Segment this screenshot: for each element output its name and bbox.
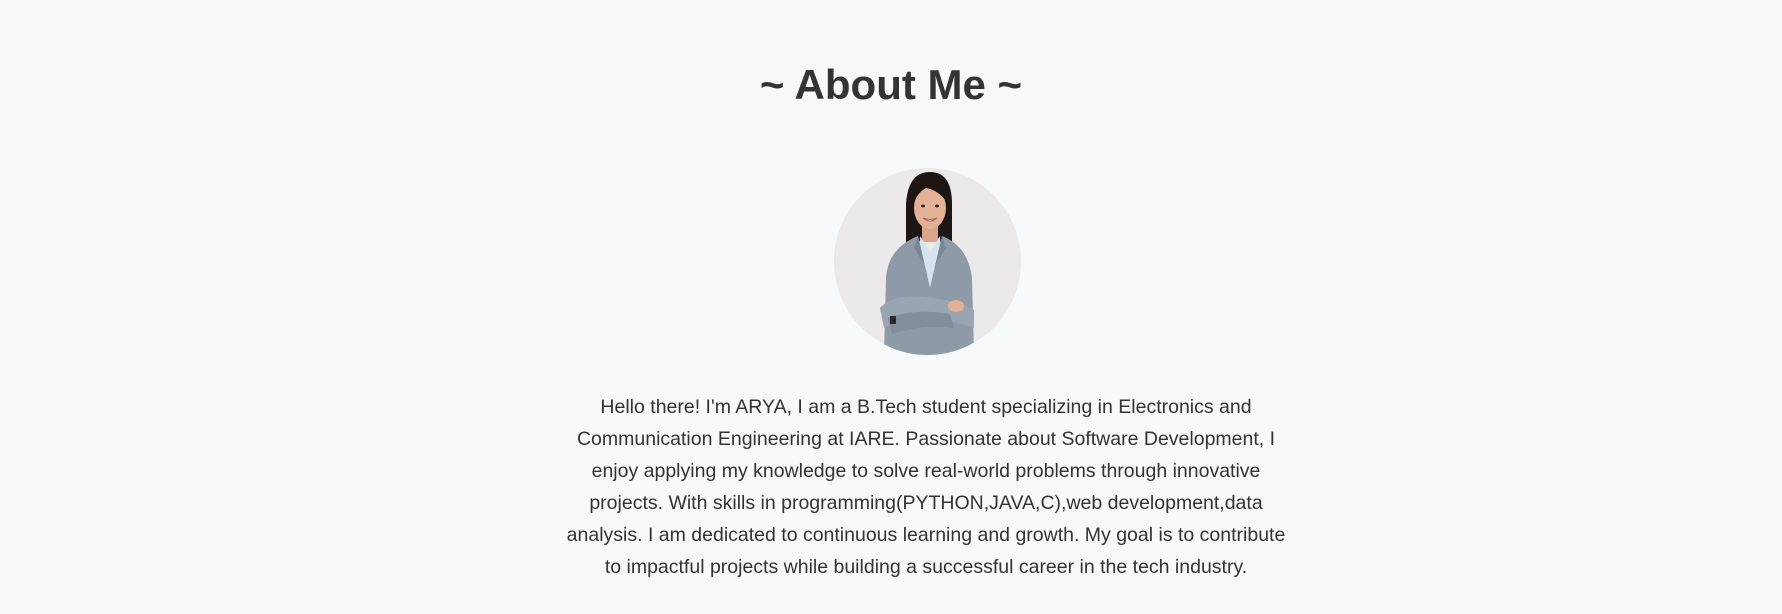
about-section: ~ About Me ~ Hello there! I'm ARYA, I am… xyxy=(0,0,1782,614)
about-bio: Hello there! I'm ARYA, I am a B.Tech stu… xyxy=(566,396,1286,578)
profile-photo xyxy=(834,168,1021,355)
about-title: ~ About Me ~ xyxy=(759,61,1023,108)
profile-photo-illustration xyxy=(834,168,1021,355)
